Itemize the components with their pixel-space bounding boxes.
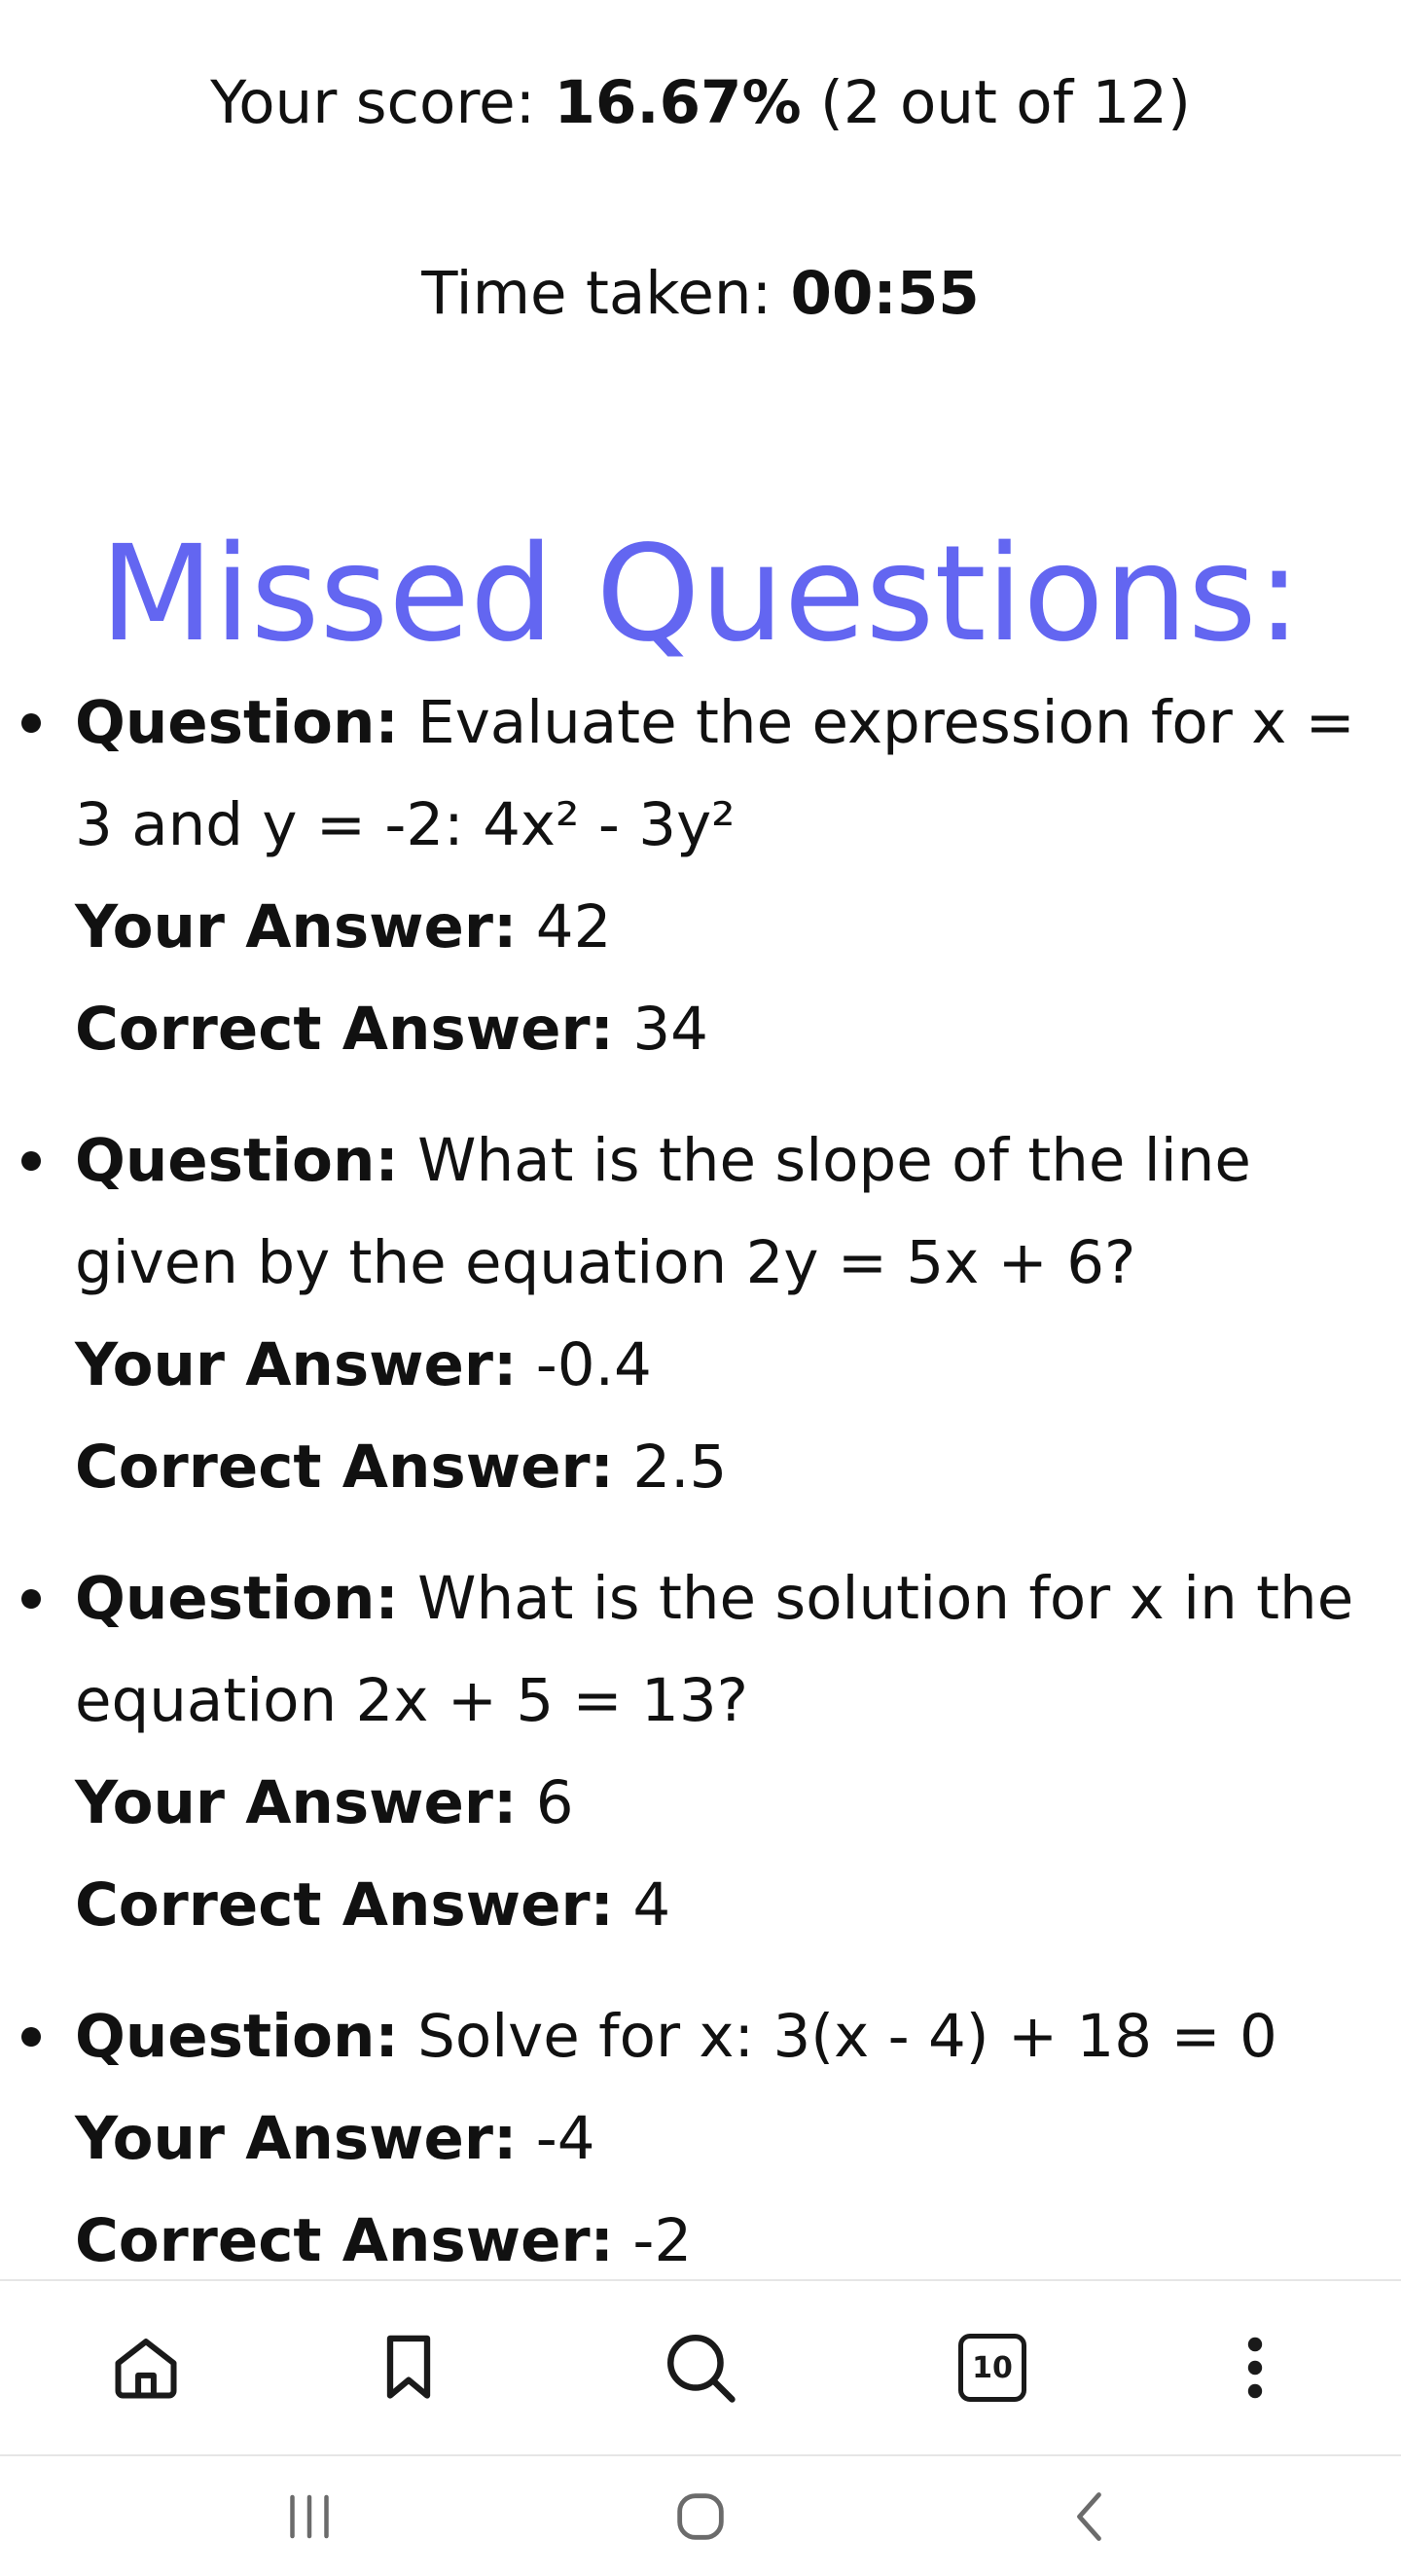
correct-answer-label: Correct Answer: — [75, 2206, 614, 2275]
time-summary: Time taken: 00:55 — [0, 255, 1401, 333]
question-label: Question: — [75, 1126, 399, 1195]
time-value: 00:55 — [790, 259, 980, 328]
question-line: Question: Evaluate the expression for x … — [75, 671, 1389, 876]
correct-answer-line: Correct Answer: -2 — [75, 2190, 1389, 2279]
time-label: Time taken: — [421, 259, 791, 328]
your-answer-label: Your Answer: — [75, 2104, 518, 2173]
question-label: Question: — [75, 1564, 399, 1633]
your-answer-value: 6 — [535, 1768, 574, 1837]
recent-apps-button[interactable] — [241, 2456, 377, 2576]
home-icon — [115, 2339, 177, 2399]
system-home-button[interactable] — [632, 2456, 769, 2576]
bullet-icon — [21, 1151, 41, 1171]
search-icon — [667, 2335, 736, 2403]
question-label: Question: — [75, 2002, 399, 2071]
missed-question-item: Question: Solve for x: 3(x - 4) + 18 = 0… — [21, 1985, 1389, 2279]
question-text: Solve for x: 3(x - 4) + 18 = 0 — [417, 2002, 1277, 2071]
system-navigation-bar — [0, 2456, 1401, 2576]
missed-questions-heading: Missed Questions: — [99, 518, 1302, 672]
correct-answer-label: Correct Answer: — [75, 1433, 614, 1502]
your-answer-value: -0.4 — [535, 1330, 652, 1399]
recent-apps-icon — [290, 2494, 329, 2538]
back-button[interactable] — [1024, 2456, 1160, 2576]
your-answer-label: Your Answer: — [75, 892, 518, 961]
correct-answer-value: 2.5 — [632, 1433, 728, 1502]
question-line: Question: Solve for x: 3(x - 4) + 18 = 0 — [75, 1985, 1389, 2087]
home-button[interactable] — [78, 2281, 214, 2454]
bullet-icon — [21, 2027, 41, 2047]
bullet-icon — [21, 1589, 41, 1609]
your-answer-label: Your Answer: — [75, 1768, 518, 1837]
bookmark-icon — [386, 2335, 431, 2399]
your-answer-line: Your Answer: 42 — [75, 876, 1389, 978]
correct-answer-value: 34 — [632, 995, 708, 1064]
question-line: Question: What is the solution for x in … — [75, 1547, 1389, 1752]
tabs-icon: 10 — [958, 2334, 1026, 2402]
quiz-results-page: Your score: 16.67% (2 out of 12) Time ta… — [0, 0, 1401, 2279]
your-answer-line: Your Answer: -0.4 — [75, 1314, 1389, 1416]
correct-answer-label: Correct Answer: — [75, 995, 614, 1064]
correct-answer-label: Correct Answer: — [75, 1870, 614, 1940]
home-circle-icon — [677, 2492, 724, 2540]
correct-answer-line: Correct Answer: 34 — [75, 978, 1389, 1080]
your-answer-label: Your Answer: — [75, 1330, 518, 1399]
missed-question-item: Question: What is the slope of the line … — [21, 1109, 1389, 1518]
score-count: (2 out of 12) — [801, 68, 1191, 137]
more-options-button[interactable] — [1187, 2281, 1323, 2454]
missed-questions-list: Question: Evaluate the expression for x … — [0, 671, 1401, 2279]
your-answer-value: -4 — [535, 2104, 595, 2173]
your-answer-value: 42 — [535, 892, 612, 961]
correct-answer-value: 4 — [632, 1870, 671, 1940]
score-summary: Your score: 16.67% (2 out of 12) — [0, 64, 1401, 142]
back-icon — [1077, 2491, 1101, 2541]
score-percentage: 16.67% — [554, 68, 802, 137]
tabs-button[interactable]: 10 — [924, 2281, 1060, 2454]
score-label: Your score: — [210, 68, 555, 137]
bullet-icon — [21, 713, 41, 733]
correct-answer-line: Correct Answer: 4 — [75, 1854, 1389, 1956]
your-answer-line: Your Answer: -4 — [75, 2087, 1389, 2190]
correct-answer-line: Correct Answer: 2.5 — [75, 1416, 1389, 1518]
browser-bottom-toolbar: 10 — [0, 2279, 1401, 2456]
question-line: Question: What is the slope of the line … — [75, 1109, 1389, 1314]
correct-answer-value: -2 — [632, 2206, 693, 2275]
more-options-icon — [1247, 2337, 1263, 2399]
missed-question-item: Question: Evaluate the expression for x … — [21, 671, 1389, 1080]
bookmark-button[interactable] — [341, 2281, 477, 2454]
your-answer-line: Your Answer: 6 — [75, 1752, 1389, 1854]
missed-question-item: Question: What is the solution for x in … — [21, 1547, 1389, 1956]
question-label: Question: — [75, 688, 399, 757]
search-button[interactable] — [632, 2281, 769, 2454]
